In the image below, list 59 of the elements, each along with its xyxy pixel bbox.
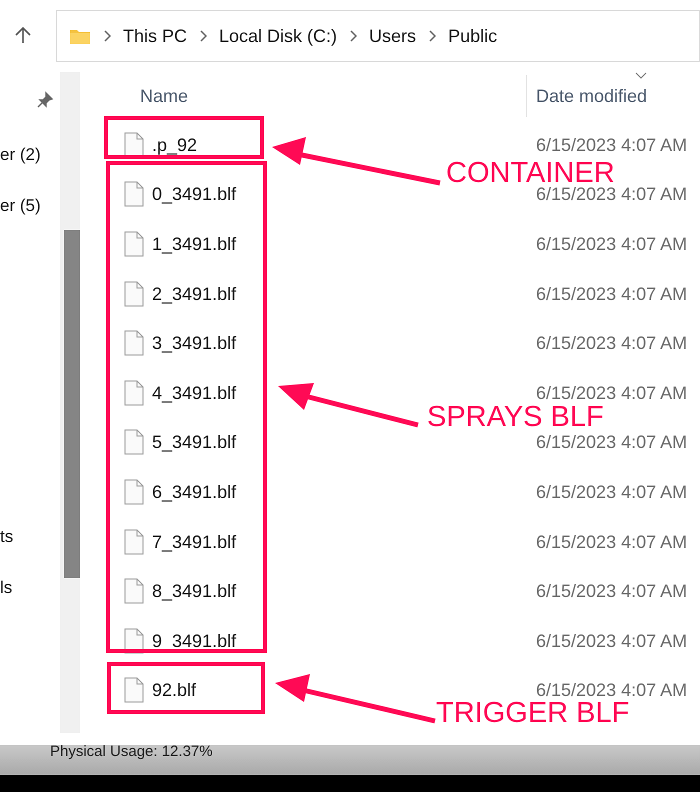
breadcrumb-item[interactable]: Public (448, 22, 498, 50)
file-icon (124, 677, 144, 704)
file-name[interactable]: 5_3491.blf (152, 433, 236, 452)
column-header[interactable]: Date modified (536, 82, 648, 110)
date-modified: 6/15/2023 4:07 AM (536, 384, 688, 402)
nav-item[interactable]: er (2) (0, 144, 60, 165)
chevron-icon[interactable] (349, 30, 358, 42)
address-bar[interactable]: This PC Local Disk (C:) Users Public (56, 10, 700, 62)
annotation-label: SPRAYS BLF (427, 403, 604, 432)
file-name[interactable]: 9_3491.blf (152, 632, 236, 650)
file-name[interactable]: 3_3491.blf (152, 334, 236, 352)
nav-item[interactable]: ts (0, 526, 60, 547)
annotation-label: TRIGGER BLF (436, 699, 630, 728)
scrollbar-thumb[interactable] (64, 230, 80, 578)
chevron-icon[interactable] (199, 30, 208, 42)
chevron-icon[interactable] (428, 30, 436, 42)
file-icon (124, 380, 144, 406)
date-modified: 6/15/2023 4:07 AM (536, 532, 688, 551)
date-modified: 6/15/2023 4:07 AM (536, 632, 688, 650)
chevron-icon[interactable] (103, 30, 111, 42)
file-name[interactable]: 8_3491.blf (152, 582, 236, 600)
date-modified: 6/15/2023 4:07 AM (536, 433, 688, 452)
up-arrow-icon[interactable] (13, 25, 33, 45)
file-name[interactable]: 92.blf (152, 681, 196, 700)
file-name[interactable]: 6_3491.blf (152, 482, 236, 501)
file-name[interactable]: 7_3491.blf (152, 532, 236, 551)
file-icon (124, 478, 144, 505)
date-modified: 6/15/2023 4:07 AM (536, 681, 688, 700)
file-name[interactable]: 1_3491.blf (152, 234, 236, 253)
file-icon (124, 330, 144, 356)
date-modified: 6/15/2023 4:07 AM (536, 582, 688, 600)
date-modified: 6/15/2023 4:07 AM (536, 482, 688, 501)
breadcrumb-item[interactable]: This PC (123, 22, 188, 50)
date-modified: 6/15/2023 4:07 AM (536, 185, 688, 204)
date-modified: 6/15/2023 4:07 AM (536, 284, 688, 303)
file-name[interactable]: 0_3491.blf (152, 185, 236, 204)
file-icon (124, 528, 144, 555)
file-icon (124, 578, 144, 604)
folder-icon (69, 27, 91, 45)
nav-item[interactable]: ls (0, 577, 60, 598)
breadcrumb-item[interactable]: Local Disk (C:) (219, 22, 338, 50)
file-name[interactable]: .p_92 (152, 136, 198, 154)
date-modified: 6/15/2023 4:07 AM (536, 234, 688, 253)
file-icon (124, 429, 144, 456)
date-modified: 6/15/2023 4:07 AM (536, 334, 688, 352)
sort-caret-icon (635, 72, 647, 79)
file-name[interactable]: 4_3491.blf (152, 384, 236, 402)
file-name[interactable]: 2_3491.blf (152, 284, 236, 303)
breadcrumb-item[interactable]: Users (369, 22, 416, 50)
column-header[interactable]: Name (140, 82, 526, 110)
file-icon (124, 181, 144, 208)
annotation-label: CONTAINER (446, 159, 615, 188)
file-icon (124, 230, 144, 257)
status-text: Physical Usage: 12.37% (50, 742, 213, 762)
pin-icon[interactable] (36, 91, 54, 109)
nav-item[interactable]: er (5) (0, 195, 60, 216)
file-icon (124, 132, 144, 158)
date-modified: 6/15/2023 4:07 AM (536, 136, 688, 154)
file-icon (124, 280, 144, 307)
